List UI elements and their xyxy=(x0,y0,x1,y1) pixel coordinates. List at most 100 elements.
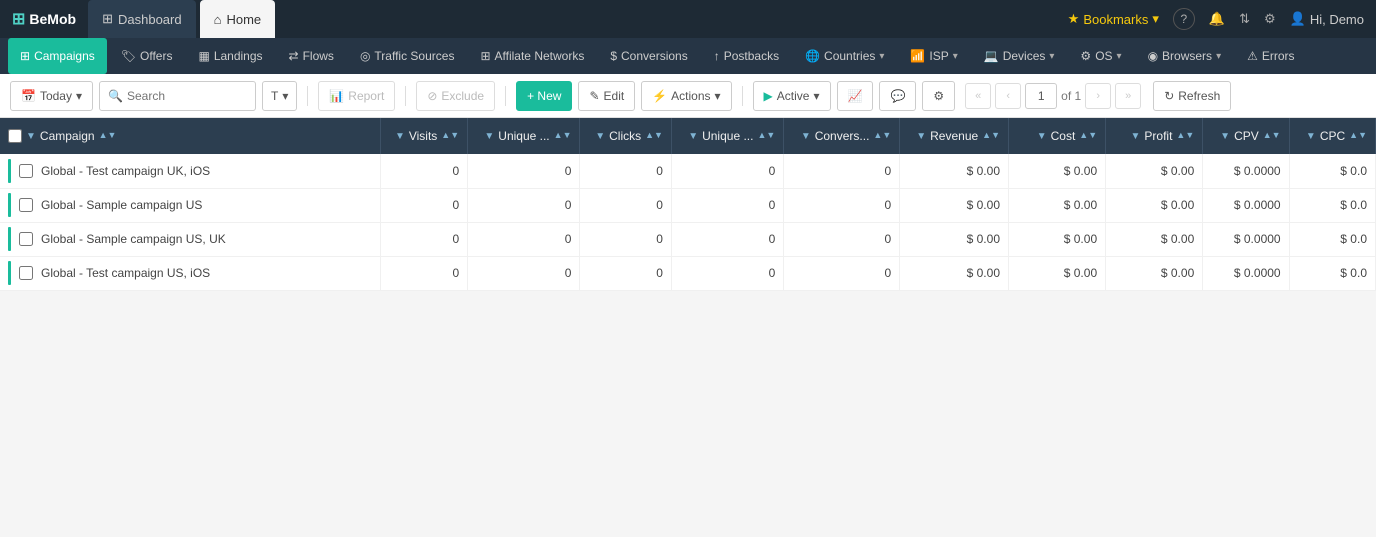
tab-dashboard[interactable]: ⊞ Dashboard xyxy=(88,0,196,38)
sidebar-item-devices[interactable]: 💻 Devices ▾ xyxy=(972,38,1067,74)
sort-unique1-icon[interactable]: ▲▼ xyxy=(554,132,572,139)
sort-unique2-icon[interactable]: ▲▼ xyxy=(757,132,775,139)
sidebar-item-landings[interactable]: ▦ Landings xyxy=(186,38,274,74)
sidebar-item-traffic-sources[interactable]: ◎ Traffic Sources xyxy=(348,38,467,74)
col-cpc-header[interactable]: ▼ CPC ▲▼ xyxy=(1289,118,1375,154)
sort-revenue-icon[interactable]: ▲▼ xyxy=(982,132,1000,139)
col-clicks-header[interactable]: ▼ Clicks ▲▼ xyxy=(580,118,671,154)
campaign-cell[interactable]: Global - Sample campaign US xyxy=(0,188,380,222)
actions-label: Actions xyxy=(671,89,710,103)
help-icon[interactable]: ? xyxy=(1173,8,1195,30)
campaign-name: Global - Test campaign UK, iOS xyxy=(41,164,210,178)
sidebar-item-affiliate-networks[interactable]: ⊞ Affilate Networks xyxy=(468,38,596,74)
sidebar-item-offers[interactable]: 🏷 Offers xyxy=(109,38,185,74)
settings-gear-icon: ⚙ xyxy=(933,89,944,103)
pag-prev-button[interactable]: ‹ xyxy=(995,83,1021,109)
exclude-button[interactable]: ⊘ Exclude xyxy=(416,81,495,111)
isp-icon: 📶 xyxy=(910,49,925,63)
sort-conversions-icon[interactable]: ▲▼ xyxy=(873,132,891,139)
col-revenue-header[interactable]: ▼ Revenue ▲▼ xyxy=(900,118,1009,154)
sort-campaign-icon[interactable]: ▲▼ xyxy=(99,132,117,139)
search-input[interactable] xyxy=(127,89,247,103)
isp-label: ISP xyxy=(929,49,948,63)
sidebar-item-postbacks[interactable]: ↑ Postbacks xyxy=(702,38,791,74)
countries-chevron: ▾ xyxy=(879,51,884,62)
row-checkbox[interactable] xyxy=(19,198,33,212)
active-label: Active xyxy=(777,89,810,103)
bookmarks-button[interactable]: ★ Bookmarks ▾ xyxy=(1068,11,1159,27)
col-cpv-header[interactable]: ▼ CPV ▲▼ xyxy=(1203,118,1289,154)
user-menu[interactable]: 👤 Hi, Demo xyxy=(1290,11,1364,27)
sidebar-item-countries[interactable]: 🌐 Countries ▾ xyxy=(793,38,896,74)
filter-cpv-icon: ▼ xyxy=(1220,131,1230,142)
campaign-cell[interactable]: Global - Test campaign US, iOS xyxy=(0,256,380,290)
pag-last-button[interactable]: » xyxy=(1115,83,1141,109)
dashboard-icon: ⊞ xyxy=(102,11,113,27)
sidebar-item-errors[interactable]: ⚠ Errors xyxy=(1235,38,1306,74)
report-icon: 📊 xyxy=(329,89,344,103)
cpv-cell: $ 0.0000 xyxy=(1203,256,1289,290)
edit-button[interactable]: ✎ Edit xyxy=(578,81,635,111)
col-unique2-label: Unique ... xyxy=(702,129,753,143)
date-picker[interactable]: 📅 Today ▾ xyxy=(10,81,93,111)
actions-button[interactable]: ⚡ Actions ▾ xyxy=(641,81,731,111)
sort-clicks-icon[interactable]: ▲▼ xyxy=(645,132,663,139)
sort-cpv-icon[interactable]: ▲▼ xyxy=(1263,132,1281,139)
sidebar-item-os[interactable]: ⚙ OS ▾ xyxy=(1068,38,1133,74)
sidebar-item-browsers[interactable]: ◉ Browsers ▾ xyxy=(1136,38,1234,74)
report-button[interactable]: 📊 Report xyxy=(318,81,395,111)
select-all-checkbox[interactable] xyxy=(8,129,22,143)
tab-home[interactable]: ⌂ Home xyxy=(200,0,276,38)
notification-icon[interactable]: 🔔 xyxy=(1209,11,1225,27)
col-unique2-header[interactable]: ▼ Unique ... ▲▼ xyxy=(671,118,783,154)
sidebar-item-flows[interactable]: ⇄ Flows xyxy=(277,38,346,74)
search-box[interactable]: 🔍 xyxy=(99,81,256,111)
settings-button[interactable]: ⚙ xyxy=(922,81,955,111)
col-profit-header[interactable]: ▼ Profit ▲▼ xyxy=(1106,118,1203,154)
campaign-cell[interactable]: Global - Sample campaign US, UK xyxy=(0,222,380,256)
row-checkbox[interactable] xyxy=(19,232,33,246)
pag-next-button[interactable]: › xyxy=(1085,83,1111,109)
col-unique1-header[interactable]: ▼ Unique ... ▲▼ xyxy=(468,118,580,154)
t-button[interactable]: T ▾ xyxy=(262,81,297,111)
sort-cpc-icon[interactable]: ▲▼ xyxy=(1349,132,1367,139)
edit-icon: ✎ xyxy=(589,89,599,103)
col-visits-header[interactable]: ▼ Visits ▲▼ xyxy=(380,118,468,154)
settings-icon[interactable]: ⚙ xyxy=(1264,11,1276,27)
divider-3 xyxy=(505,86,506,106)
sidebar-item-conversions[interactable]: $ Conversions xyxy=(598,38,699,74)
pag-input[interactable] xyxy=(1025,83,1057,109)
refresh-button[interactable]: ↻ Refresh xyxy=(1153,81,1231,111)
affiliate-networks-label: Affilate Networks xyxy=(495,49,585,63)
logo[interactable]: ⊞ BeMob xyxy=(12,9,76,29)
col-cost-header[interactable]: ▼ Cost ▲▼ xyxy=(1009,118,1106,154)
row-checkbox[interactable] xyxy=(19,164,33,178)
col-campaign-header[interactable]: ▼ Campaign ▲▼ xyxy=(0,118,380,154)
filter-profit-icon: ▼ xyxy=(1131,131,1141,142)
pag-first-button[interactable]: « xyxy=(965,83,991,109)
new-button[interactable]: + New xyxy=(516,81,572,111)
sidebar-item-isp[interactable]: 📶 ISP ▾ xyxy=(898,38,969,74)
edit-label: Edit xyxy=(604,89,625,103)
active-filter-button[interactable]: ▶ Active ▾ xyxy=(753,81,831,111)
col-unique1-label: Unique ... xyxy=(498,129,549,143)
message-button[interactable]: 💬 xyxy=(879,81,916,111)
sort-cost-icon[interactable]: ▲▼ xyxy=(1079,132,1097,139)
play-icon: ▶ xyxy=(764,89,773,103)
sort-visits-icon[interactable]: ▲▼ xyxy=(441,132,459,139)
col-conversions-header[interactable]: ▼ Convers... ▲▼ xyxy=(784,118,900,154)
sidebar-item-campaigns[interactable]: ⊞ Campaigns xyxy=(8,38,107,74)
flows-label: Flows xyxy=(303,49,334,63)
table-row: Global - Test campaign US, iOS 0 0 0 0 0… xyxy=(0,256,1376,290)
chart-icon: 📈 xyxy=(848,89,863,103)
sort-profit-icon[interactable]: ▲▼ xyxy=(1176,132,1194,139)
actions-chevron: ▾ xyxy=(715,89,721,103)
calendar-icon: 📅 xyxy=(21,89,36,103)
exclude-label: Exclude xyxy=(441,89,484,103)
campaign-cell[interactable]: Global - Test campaign UK, iOS xyxy=(0,154,380,188)
chart-button[interactable]: 📈 xyxy=(837,81,874,111)
errors-label: Errors xyxy=(1262,49,1295,63)
share-icon[interactable]: ⇅ xyxy=(1239,11,1250,27)
revenue-cell: $ 0.00 xyxy=(900,222,1009,256)
row-checkbox[interactable] xyxy=(19,266,33,280)
